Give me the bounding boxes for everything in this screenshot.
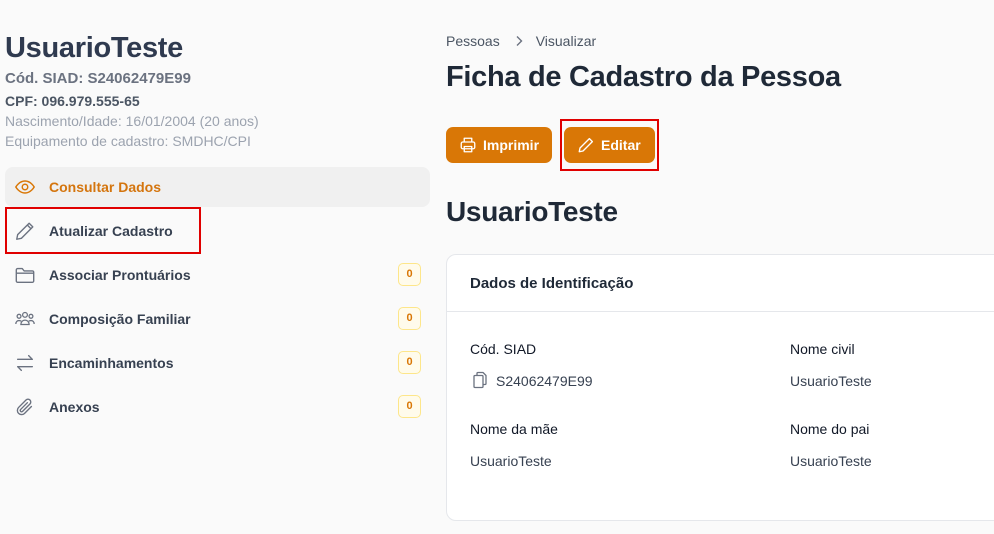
print-button-label: Imprimir bbox=[483, 137, 540, 153]
copy-icon[interactable] bbox=[472, 371, 488, 389]
card-title: Dados de Identificação bbox=[470, 275, 634, 292]
card-header: Dados de Identificação bbox=[447, 255, 994, 312]
field-value-siad: S24062479E99 bbox=[496, 373, 593, 389]
field-label-nome-mae: Nome da mãe bbox=[470, 421, 558, 437]
field-label-nome-civil: Nome civil bbox=[790, 341, 855, 357]
breadcrumb: Pessoas Visualizar bbox=[446, 33, 596, 49]
printer-icon bbox=[460, 137, 476, 153]
identification-card: Dados de Identificação Cód. SIAD S240624… bbox=[446, 254, 994, 521]
menu-item-encaminhamentos[interactable]: Encaminhamentos 0 bbox=[5, 343, 430, 383]
field-value-nome-mae: UsuarioTeste bbox=[470, 453, 552, 469]
person-birth-age: Nascimento/Idade: 16/01/2004 (20 anos) bbox=[5, 113, 259, 129]
print-button[interactable]: Imprimir bbox=[446, 127, 552, 163]
eye-icon bbox=[14, 180, 36, 194]
menu-item-label: Encaminhamentos bbox=[49, 355, 174, 371]
field-label-siad: Cód. SIAD bbox=[470, 341, 537, 357]
person-equipment: Equipamento de cadastro: SMDHC/CPI bbox=[5, 133, 251, 149]
person-name: UsuarioTeste bbox=[5, 32, 183, 64]
breadcrumb-current: Visualizar bbox=[535, 33, 597, 49]
breadcrumb-link-pessoas[interactable]: Pessoas bbox=[446, 33, 500, 49]
menu-item-consultar-dados[interactable]: Consultar Dados bbox=[5, 167, 430, 207]
menu-item-label: Composição Familiar bbox=[49, 311, 191, 327]
person-cpf: CPF: 096.979.555-65 bbox=[5, 93, 140, 109]
highlight-box bbox=[5, 207, 201, 254]
menu-item-label: Anexos bbox=[49, 399, 100, 415]
menu-item-label: Consultar Dados bbox=[49, 179, 162, 195]
menu-item-label: Associar Prontuários bbox=[49, 267, 191, 283]
field-label-nome-pai: Nome do pai bbox=[790, 421, 870, 437]
folder-icon bbox=[15, 267, 35, 284]
menu-item-anexos[interactable]: Anexos 0 bbox=[5, 387, 430, 427]
person-siad-code: Cód. SIAD: S24062479E99 bbox=[5, 70, 191, 87]
chevron-right-icon bbox=[516, 36, 523, 46]
person-heading: UsuarioTeste bbox=[446, 196, 618, 227]
field-value-nome-pai: UsuarioTeste bbox=[790, 453, 872, 469]
count-badge: 0 bbox=[398, 307, 421, 330]
highlight-box bbox=[560, 119, 659, 171]
page-title: Ficha de Cadastro da Pessoa bbox=[446, 61, 841, 93]
menu-item-associar-prontuarios[interactable]: Associar Prontuários 0 bbox=[5, 255, 430, 295]
menu-item-composicao-familiar[interactable]: Composição Familiar 0 bbox=[5, 299, 430, 339]
count-badge: 0 bbox=[398, 351, 421, 374]
person-sidebar: UsuarioTeste Cód. SIAD: S24062479E99 CPF… bbox=[0, 0, 432, 534]
paperclip-icon bbox=[16, 398, 33, 416]
count-badge: 0 bbox=[398, 263, 421, 286]
count-badge: 0 bbox=[398, 395, 421, 418]
users-icon bbox=[15, 311, 35, 326]
field-value-nome-civil: UsuarioTeste bbox=[790, 373, 872, 389]
arrows-swap-icon bbox=[16, 354, 34, 372]
